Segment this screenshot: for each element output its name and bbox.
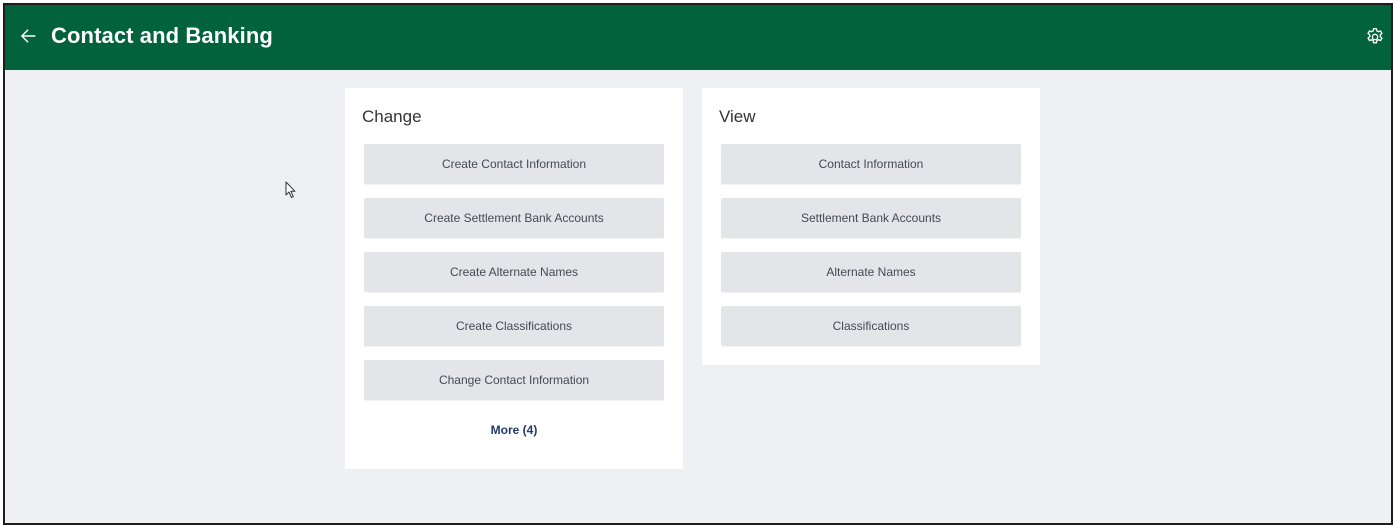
page-title: Contact and Banking bbox=[51, 23, 273, 48]
view-card-title: View bbox=[719, 107, 756, 126]
gear-icon[interactable] bbox=[1365, 27, 1385, 47]
change-card-title: Change bbox=[362, 107, 422, 126]
page-header: Contact and Banking bbox=[5, 5, 1391, 70]
view-card: View Contact Information Settlement Bank… bbox=[702, 88, 1040, 365]
change-card: Change Create Contact Information Create… bbox=[345, 88, 683, 469]
more-link[interactable]: More (4) bbox=[345, 423, 683, 437]
app-frame: Contact and Banking Change Create Contac… bbox=[3, 3, 1393, 525]
view-settlement-bank-accounts-button[interactable]: Settlement Bank Accounts bbox=[721, 198, 1021, 238]
back-arrow-icon[interactable] bbox=[17, 25, 39, 47]
mouse-pointer-icon bbox=[285, 181, 296, 198]
view-contact-information-button[interactable]: Contact Information bbox=[721, 144, 1021, 184]
view-alternate-names-button[interactable]: Alternate Names bbox=[721, 252, 1021, 292]
change-contact-information-button[interactable]: Change Contact Information bbox=[364, 360, 664, 400]
create-settlement-bank-accounts-button[interactable]: Create Settlement Bank Accounts bbox=[364, 198, 664, 238]
view-classifications-button[interactable]: Classifications bbox=[721, 306, 1021, 346]
create-alternate-names-button[interactable]: Create Alternate Names bbox=[364, 252, 664, 292]
create-contact-information-button[interactable]: Create Contact Information bbox=[364, 144, 664, 184]
create-classifications-button[interactable]: Create Classifications bbox=[364, 306, 664, 346]
